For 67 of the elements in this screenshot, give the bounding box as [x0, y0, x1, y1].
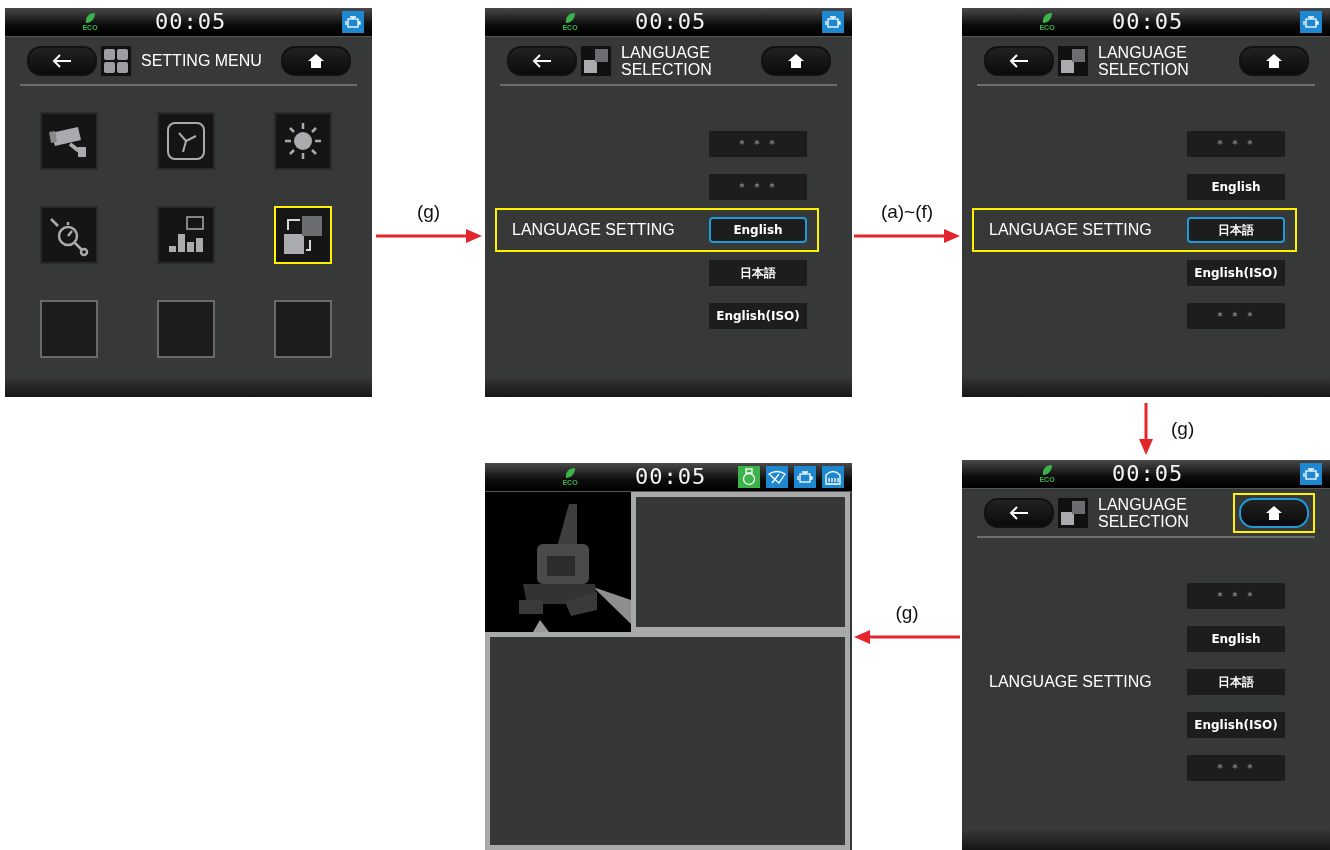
home-button[interactable] [281, 45, 351, 76]
step-label: (g) [416, 201, 441, 223]
step-label: (a)~(f) [880, 201, 934, 223]
screen-title: LANGUAGE SELECTION [1098, 495, 1190, 530]
setting-label: LANGUAGE SETTING [989, 673, 1152, 691]
language-option[interactable]: ＊＊＊ [1187, 303, 1285, 329]
language-option[interactable]: ＊＊＊ [1187, 131, 1285, 157]
home-icon [1266, 53, 1282, 68]
screen-title: SETTING MENU [141, 52, 262, 69]
wrench-stopwatch-icon [50, 218, 89, 257]
language-option[interactable]: 日本語 [1187, 217, 1285, 243]
home-icon [788, 53, 804, 68]
back-arrow-icon [532, 53, 552, 68]
sun-icon [283, 121, 323, 161]
back-arrow-icon [1009, 53, 1029, 68]
language-option[interactable]: English(ISO) [709, 303, 807, 329]
camera-icon [49, 127, 86, 157]
language-option[interactable]: 日本語 [709, 260, 807, 286]
leaf-icon [564, 12, 576, 24]
leaf-icon [84, 12, 96, 24]
home-icon [308, 53, 324, 68]
menu-tile[interactable] [40, 206, 98, 264]
leaf-icon [1041, 464, 1053, 476]
leaf-icon [564, 467, 576, 479]
step-label: (g) [1171, 417, 1195, 440]
menu-tile[interactable] [274, 112, 332, 170]
language-option[interactable]: ＊＊＊ [1187, 583, 1285, 609]
clock-time: 00:05 [635, 10, 707, 34]
clock-time: 00:05 [1112, 462, 1184, 486]
menu-tile[interactable] [157, 112, 215, 170]
language-option[interactable]: English(ISO) [1187, 712, 1285, 738]
empty-tile[interactable] [40, 300, 98, 358]
language-option[interactable]: 日本語 [1187, 669, 1285, 695]
screen-title: LANGUAGE SELECTION [621, 43, 713, 78]
back-arrow-icon [1009, 505, 1029, 520]
language-option[interactable]: English [1187, 626, 1285, 652]
leaf-icon [1041, 12, 1053, 24]
menu-tile[interactable] [40, 112, 98, 170]
back-button[interactable] [984, 45, 1054, 76]
bar-graph-icon [169, 216, 204, 252]
menu-tile[interactable] [157, 206, 215, 264]
clock-icon [167, 122, 205, 160]
language-option[interactable]: ＊＊＊ [709, 131, 807, 157]
language-option[interactable]: ＊＊＊ [709, 174, 807, 200]
clock-time: 00:05 [635, 465, 707, 489]
home-button[interactable] [761, 45, 831, 76]
language-option[interactable]: English [709, 217, 807, 243]
empty-tile[interactable] [157, 300, 215, 358]
screen-title: LANGUAGE SELECTION [1098, 43, 1190, 78]
clock-time: 00:05 [155, 10, 227, 34]
home-icon [1266, 505, 1282, 520]
language-option[interactable]: English [1187, 174, 1285, 200]
back-button[interactable] [507, 45, 577, 76]
setting-label: LANGUAGE SETTING [512, 221, 675, 239]
menu-grid-icon [101, 45, 131, 76]
back-arrow-icon [52, 53, 72, 68]
language-option[interactable]: English(ISO) [1187, 260, 1285, 286]
back-button[interactable] [27, 45, 97, 76]
back-button[interactable] [984, 497, 1054, 528]
empty-tile[interactable] [274, 300, 332, 358]
flow-arrow [1139, 402, 1153, 455]
setting-label: LANGUAGE SETTING [989, 221, 1152, 239]
home-button[interactable] [1239, 45, 1309, 76]
home-button[interactable] [1239, 497, 1309, 528]
clock-time: 00:05 [1112, 10, 1184, 34]
step-label: (g) [895, 602, 919, 624]
language-option[interactable]: ＊＊＊ [1187, 755, 1285, 781]
